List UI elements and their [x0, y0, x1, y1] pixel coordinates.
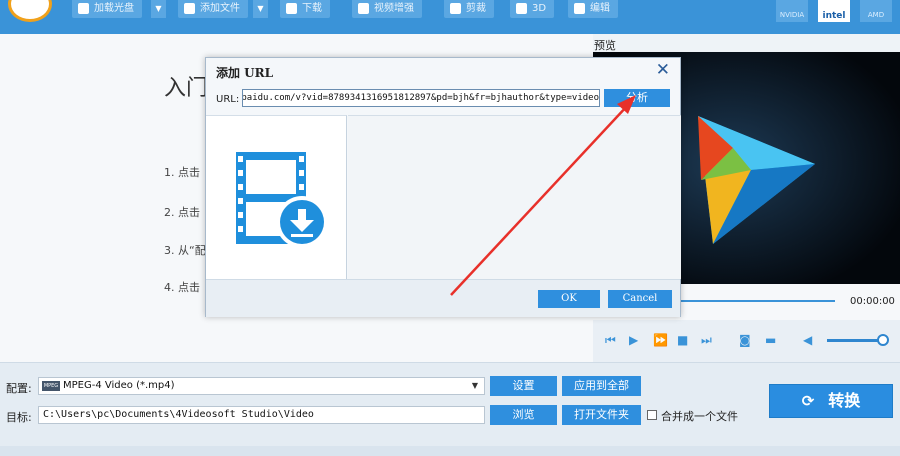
annotation-arrow	[450, 95, 636, 296]
